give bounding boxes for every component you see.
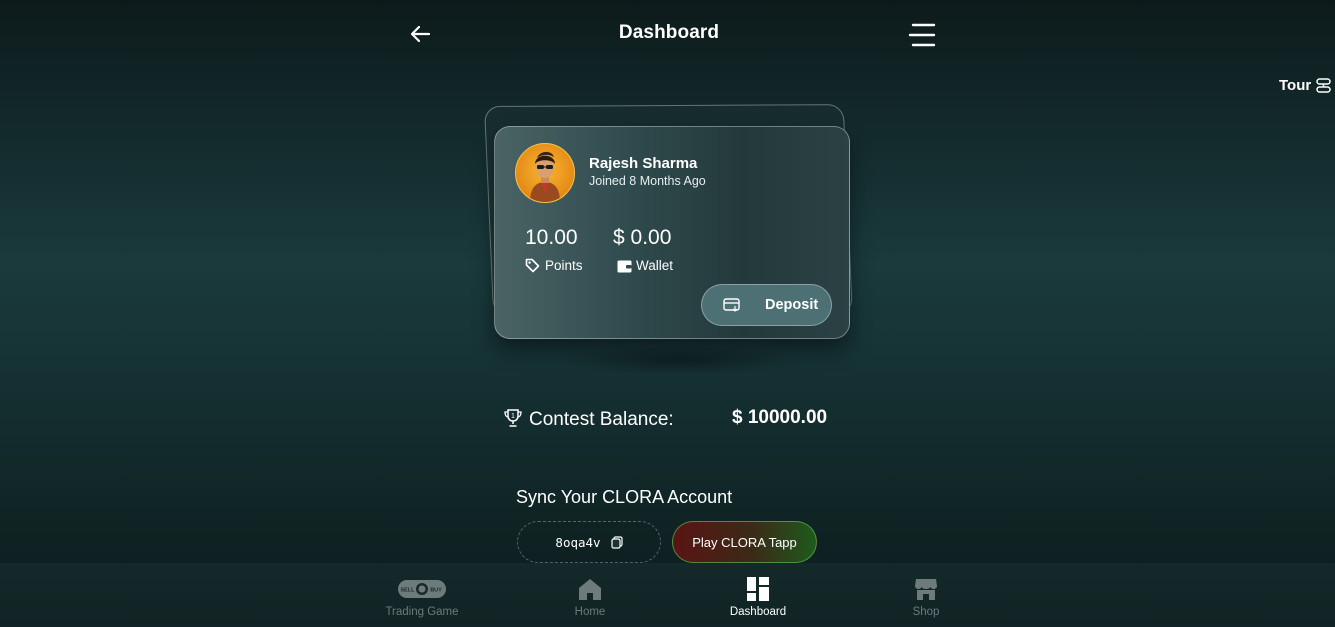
user-joined-date: Joined 8 Months Ago [589, 174, 706, 188]
contest-balance-value: $ 10000.00 [732, 407, 828, 428]
play-clora-tapp-button[interactable]: Play CLORA Tapp [672, 521, 817, 563]
wallet-icon [617, 260, 632, 272]
nav-label-shop: Shop [912, 606, 940, 618]
trophy-icon: 1 [504, 409, 522, 427]
page-title: Dashboard [618, 22, 720, 43]
sync-title: Sync Your CLORA Account [516, 487, 733, 507]
user-name: Rajesh Sharma [589, 155, 698, 172]
nav-label-trading-game: Trading Game [385, 606, 459, 618]
card-shadow [560, 345, 800, 375]
nav-label-home: Home [574, 606, 606, 618]
tour-icon [1316, 78, 1331, 93]
contest-balance-row: 1 Contest Balance: $ 10000.00 [503, 406, 835, 434]
tour-button[interactable]: Tour [1279, 77, 1332, 94]
svg-text:SELL: SELL [400, 588, 415, 594]
tour-label: Tour [1279, 77, 1312, 94]
points-label: Points [545, 258, 583, 273]
menu-button[interactable] [907, 22, 937, 48]
profile-card: Rajesh Sharma Joined 8 Months Ago 10.00 … [494, 126, 850, 339]
nav-home[interactable]: Home [535, 576, 645, 622]
svg-text:BUY: BUY [430, 588, 442, 594]
hamburger-menu-icon [908, 23, 936, 47]
sync-code-copy[interactable]: 8oqa4v [517, 521, 661, 563]
shop-icon [915, 579, 937, 600]
deposit-label: Deposit [765, 297, 819, 313]
wallet-value: $ 0.00 [613, 226, 672, 249]
contest-balance-label: Contest Balance: [529, 409, 674, 430]
bottom-nav [0, 563, 1335, 627]
arrow-left-icon [410, 25, 431, 43]
deposit-button[interactable]: Deposit [701, 284, 832, 326]
sync-code: 8oqa4v [555, 534, 601, 550]
wallet-label-group: Wallet [617, 258, 673, 273]
dashboard-grid-icon [747, 577, 769, 601]
card-deposit-icon [723, 298, 740, 312]
copy-icon[interactable] [610, 535, 623, 549]
wallet-label: Wallet [636, 258, 674, 273]
svg-text:1: 1 [511, 413, 515, 420]
sell-buy-toggle-icon: SELL BUY [398, 580, 446, 598]
tag-icon [525, 258, 540, 273]
nav-label-dashboard: Dashboard [729, 606, 787, 618]
nav-trading-game[interactable]: SELL BUY Trading Game [367, 576, 477, 622]
back-button[interactable] [408, 21, 434, 47]
nav-dashboard[interactable]: Dashboard [703, 576, 813, 622]
points-label-group: Points [525, 258, 583, 273]
nav-shop[interactable]: Shop [871, 576, 981, 622]
avatar [515, 143, 575, 203]
home-icon [579, 579, 601, 600]
points-value: 10.00 [525, 226, 578, 249]
